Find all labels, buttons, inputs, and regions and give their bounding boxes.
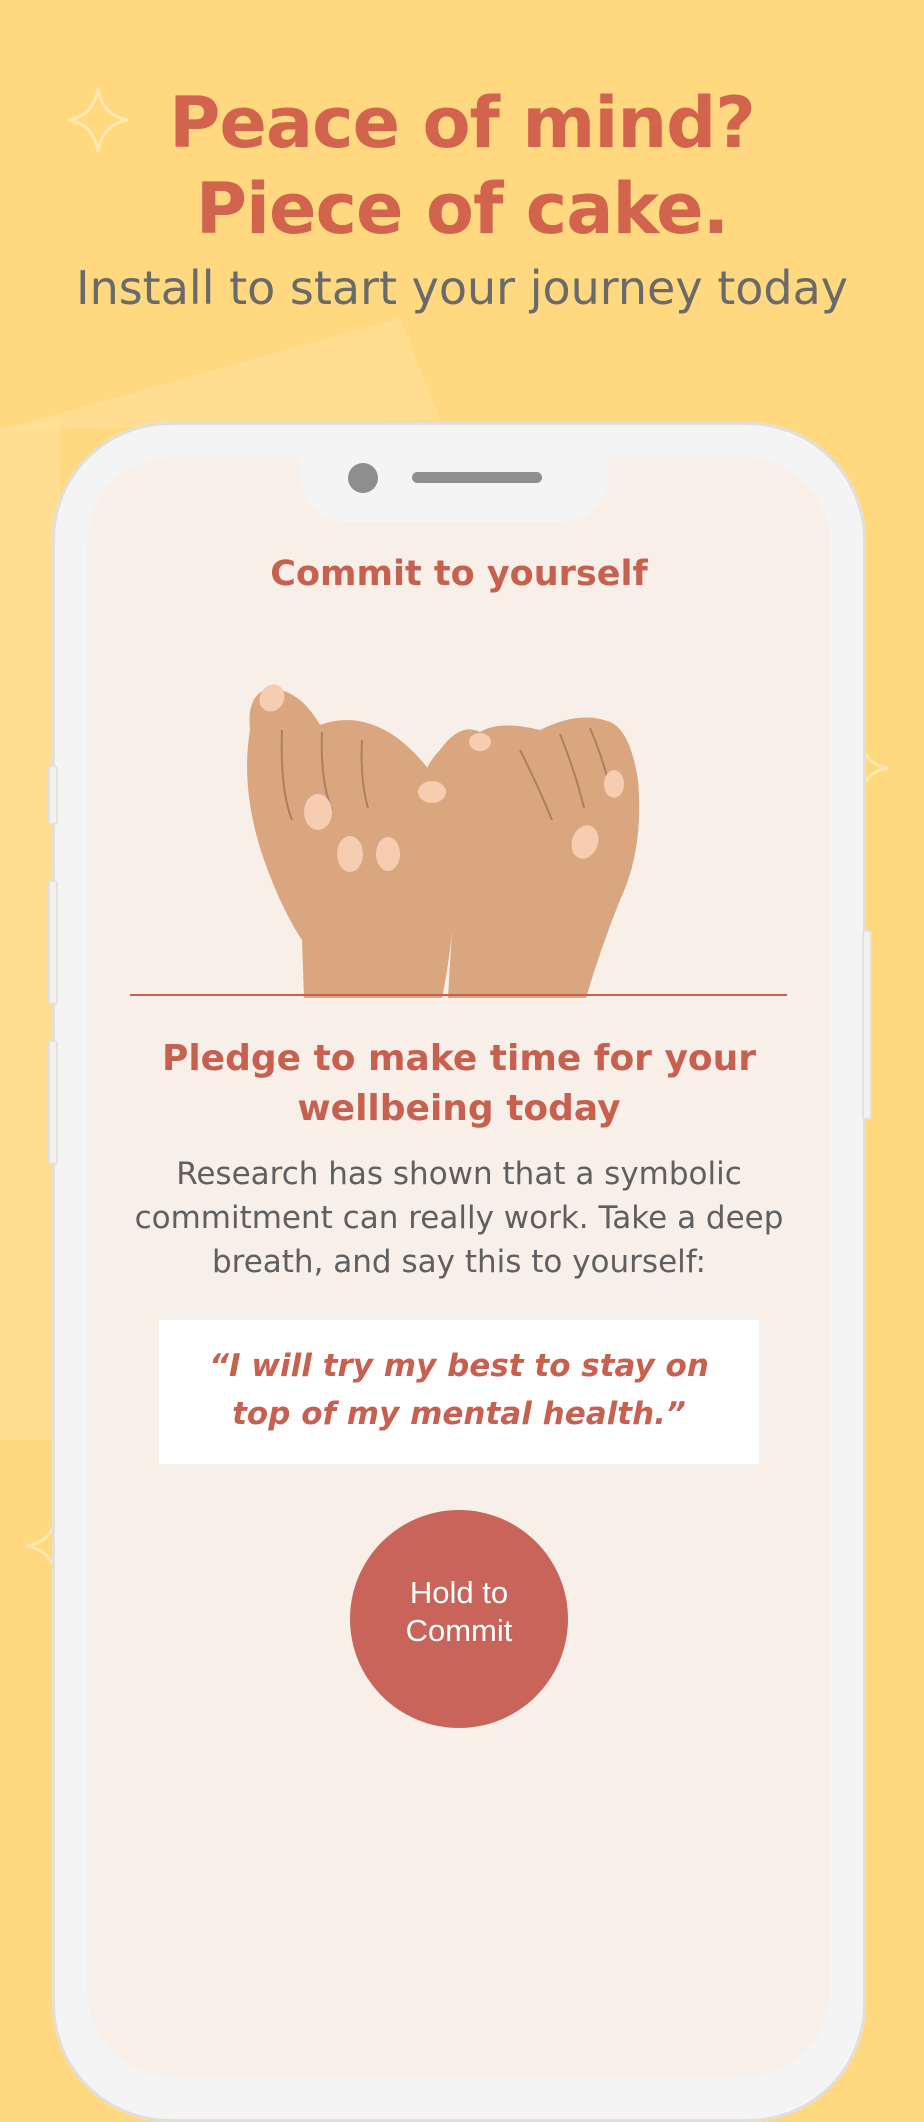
quote-text: “I will try my best to stay on top of my… — [209, 1348, 709, 1432]
pledge-heading: Pledge to make time for your wellbeing t… — [161, 1038, 757, 1129]
headline-line-1: Peace of mind? — [169, 82, 756, 164]
phone-side-button — [48, 880, 58, 1005]
headline-line-2: Piece of cake. — [195, 168, 730, 250]
phone-side-button — [862, 930, 872, 1120]
quote-box: “I will try my best to stay on top of my… — [159, 1320, 759, 1464]
pinky-promise-hands-icon — [247, 684, 640, 998]
hold-to-commit-button[interactable]: Hold to Commit — [350, 1510, 568, 1728]
commit-button-label: Hold to Commit — [405, 1575, 513, 1648]
camera-icon — [348, 463, 378, 493]
body-text: Research has shown that a symbolic commi… — [134, 1156, 784, 1280]
phone-side-button — [48, 765, 58, 825]
subheadline: Install to start your journey today — [76, 261, 848, 315]
divider-line — [130, 994, 787, 996]
phone-side-button — [48, 1040, 58, 1165]
screen-title: Commit to yourself — [270, 554, 648, 594]
speaker-icon — [412, 472, 542, 483]
